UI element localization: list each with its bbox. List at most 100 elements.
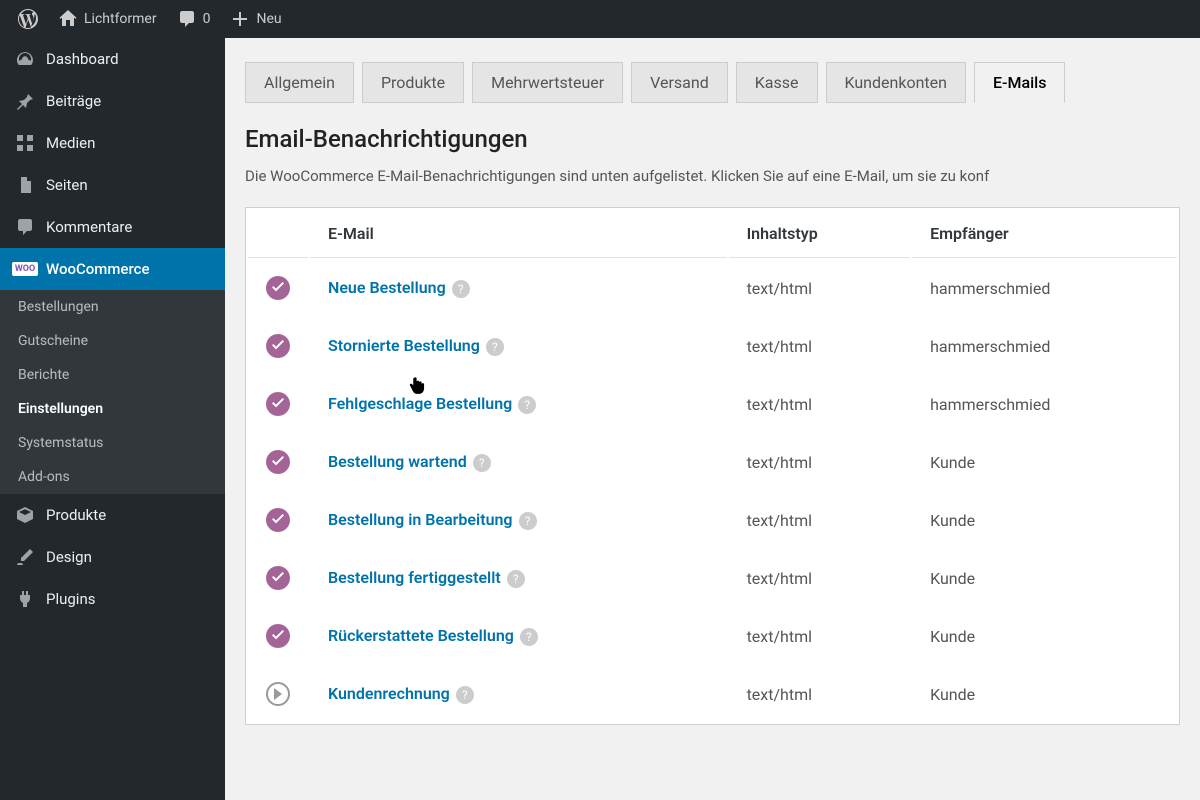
comment-icon: [177, 9, 197, 29]
tab-checkout[interactable]: Kasse: [736, 62, 818, 103]
email-link[interactable]: Bestellung fertiggestellt: [328, 568, 501, 587]
content-type: text/html: [729, 260, 911, 316]
content-type: text/html: [729, 376, 911, 432]
page-icon: [14, 174, 36, 196]
section-heading: Email-Benachrichtigungen: [245, 125, 1180, 153]
wordpress-icon: [18, 9, 38, 29]
new-content-link[interactable]: Neu: [220, 0, 291, 38]
col-content-type: Inhaltstyp: [729, 210, 911, 258]
admin-sidebar: Dashboard Beiträge Medien Seiten Komment…: [0, 38, 225, 800]
help-icon[interactable]: ?: [518, 396, 536, 414]
email-link[interactable]: Neue Bestellung: [328, 278, 446, 297]
menu-design[interactable]: Design: [0, 536, 225, 578]
status-manual-icon: [266, 682, 290, 706]
table-row: Bestellung wartend? text/htmlKunde: [248, 434, 1177, 490]
help-icon[interactable]: ?: [452, 280, 470, 298]
menu-dashboard[interactable]: Dashboard: [0, 38, 225, 80]
table-row: Neue Bestellung? text/htmlhammerschmied: [248, 260, 1177, 316]
help-icon[interactable]: ?: [456, 686, 474, 704]
menu-woocommerce[interactable]: WOO WooCommerce: [0, 248, 225, 290]
media-icon: [14, 132, 36, 154]
help-icon[interactable]: ?: [520, 628, 538, 646]
settings-tabs: Allgemein Produkte Mehrwertsteuer Versan…: [225, 38, 1200, 103]
status-enabled-icon: [266, 566, 290, 590]
home-icon: [58, 9, 78, 29]
woocommerce-icon: WOO: [14, 258, 36, 280]
recipient: Kunde: [912, 550, 1177, 606]
recipient: Kunde: [912, 666, 1177, 722]
site-home-link[interactable]: Lichtformer: [48, 0, 167, 38]
menu-posts[interactable]: Beiträge: [0, 80, 225, 122]
tab-accounts[interactable]: Kundenkonten: [826, 62, 966, 103]
help-icon[interactable]: ?: [486, 338, 504, 356]
table-row: Bestellung fertiggestellt? text/htmlKunde: [248, 550, 1177, 606]
pin-icon: [14, 90, 36, 112]
table-row: Stornierte Bestellung? text/htmlhammersch…: [248, 318, 1177, 374]
email-link[interactable]: Kundenrechnung: [328, 684, 450, 703]
help-icon[interactable]: ?: [519, 512, 537, 530]
plugin-icon: [14, 588, 36, 610]
tab-shipping[interactable]: Versand: [631, 62, 728, 103]
table-row: Kundenrechnung? text/htmlKunde: [248, 666, 1177, 722]
email-link[interactable]: Stornierte Bestellung: [328, 336, 480, 355]
content-type: text/html: [729, 492, 911, 548]
submenu-addons[interactable]: Add-ons: [0, 460, 225, 494]
submenu-settings[interactable]: Einstellungen: [0, 392, 225, 426]
menu-media[interactable]: Medien: [0, 122, 225, 164]
plus-icon: [230, 9, 250, 29]
help-icon[interactable]: ?: [473, 454, 491, 472]
main-content: Allgemein Produkte Mehrwertsteuer Versan…: [225, 38, 1200, 800]
status-enabled-icon: [266, 450, 290, 474]
email-notifications-table: E-Mail Inhaltstyp Empfänger Neue Bestell…: [245, 207, 1180, 725]
submenu-orders[interactable]: Bestellungen: [0, 290, 225, 324]
email-link[interactable]: Bestellung in Bearbeitung: [328, 510, 513, 529]
recipient: hammerschmied: [912, 376, 1177, 432]
brush-icon: [14, 546, 36, 568]
status-enabled-icon: [266, 624, 290, 648]
woocommerce-submenu: Bestellungen Gutscheine Berichte Einstel…: [0, 290, 225, 494]
table-row: Bestellung in Bearbeitung?text/htmlKunde: [248, 492, 1177, 548]
table-row: Fehlgeschlage Bestellung? text/htmlhammer…: [248, 376, 1177, 432]
admin-topbar: Lichtformer 0 Neu: [0, 0, 1200, 38]
section-description: Die WooCommerce E-Mail-Benachrichtigunge…: [245, 167, 1180, 185]
help-icon[interactable]: ?: [507, 570, 525, 588]
tab-products[interactable]: Produkte: [362, 62, 464, 103]
submenu-status[interactable]: Systemstatus: [0, 426, 225, 460]
status-enabled-icon: [266, 508, 290, 532]
tab-general[interactable]: Allgemein: [245, 62, 354, 103]
wp-logo[interactable]: [8, 0, 48, 38]
table-row: Rückerstattete Bestellung? text/htmlKunde: [248, 608, 1177, 664]
recipient: Kunde: [912, 608, 1177, 664]
submenu-coupons[interactable]: Gutscheine: [0, 324, 225, 358]
tab-emails[interactable]: E-Mails: [974, 62, 1065, 103]
menu-pages[interactable]: Seiten: [0, 164, 225, 206]
products-icon: [14, 504, 36, 526]
status-enabled-icon: [266, 392, 290, 416]
content-type: text/html: [729, 666, 911, 722]
new-label: Neu: [256, 11, 281, 27]
email-link[interactable]: Rückerstattete Bestellung: [328, 626, 514, 645]
menu-products[interactable]: Produkte: [0, 494, 225, 536]
comments-link[interactable]: 0: [167, 0, 221, 38]
email-link[interactable]: Fehlgeschlage Bestellung: [328, 394, 512, 413]
tab-tax[interactable]: Mehrwertsteuer: [472, 62, 623, 103]
recipient: hammerschmied: [912, 260, 1177, 316]
dashboard-icon: [14, 48, 36, 70]
recipient: hammerschmied: [912, 318, 1177, 374]
content-type: text/html: [729, 318, 911, 374]
menu-comments[interactable]: Kommentare: [0, 206, 225, 248]
comment-icon: [14, 216, 36, 238]
email-link[interactable]: Bestellung wartend: [328, 452, 467, 471]
site-name: Lichtformer: [84, 11, 157, 27]
status-enabled-icon: [266, 276, 290, 300]
menu-plugins[interactable]: Plugins: [0, 578, 225, 620]
content-type: text/html: [729, 434, 911, 490]
submenu-reports[interactable]: Berichte: [0, 358, 225, 392]
recipient: Kunde: [912, 434, 1177, 490]
col-recipient: Empfänger: [912, 210, 1177, 258]
content-type: text/html: [729, 608, 911, 664]
status-enabled-icon: [266, 334, 290, 358]
col-email: E-Mail: [310, 210, 727, 258]
content-type: text/html: [729, 550, 911, 606]
comments-count: 0: [203, 11, 211, 27]
